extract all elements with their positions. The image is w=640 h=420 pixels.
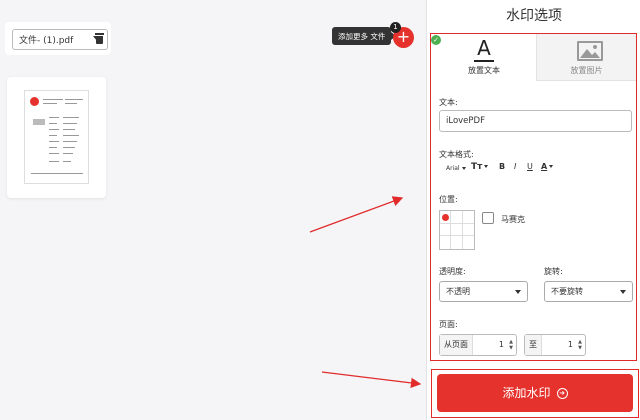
pages-label: 页面: [439,320,458,329]
position-cell[interactable] [440,236,452,249]
font-size-select[interactable]: Tт [471,162,489,172]
mosaic-checkbox[interactable] [482,212,494,224]
position-cell[interactable] [462,211,474,224]
position-cell[interactable] [463,236,474,249]
from-page-value[interactable]: 1 [499,335,504,355]
add-watermark-label: 添加水印 [502,386,551,400]
arrow-to-options [309,196,404,233]
transparency-select[interactable]: 不透明 [439,281,528,302]
options-highlight-frame [430,33,637,361]
format-label: 文本格式: [439,150,474,159]
stepper-arrows-icon[interactable]: ▲ ▼ [578,339,582,351]
watermark-text-input[interactable]: iLovePDF [439,110,632,132]
watermark-position-marker [30,97,39,106]
pdf-thumbnail [24,90,89,184]
stepper-arrows-icon[interactable]: ▲ ▼ [509,339,513,351]
to-page-value[interactable]: 1 [568,335,573,355]
text-label: 文本: [439,98,458,107]
transparency-label: 透明度: [439,267,466,276]
arrow-circle-icon: ➜ [556,388,568,399]
rotation-label: 旋转: [544,267,563,276]
to-page-stepper[interactable]: 至 1 ▲ ▼ [524,334,586,356]
position-grid[interactable] [439,210,475,250]
underline-button[interactable]: U [527,162,533,171]
panel-title: 水印选项 [506,8,562,24]
arrow-to-submit [321,371,422,389]
bold-button[interactable]: B [499,162,505,171]
file-count-badge: 1 [390,22,401,33]
position-cell[interactable] [451,236,463,249]
to-page-label: 至 [525,335,542,355]
position-label: 位置: [439,195,458,204]
rotation-value: 不要旋转 [551,287,583,296]
font-color-button[interactable]: A [541,162,554,171]
pdf-thumbnail-card[interactable] [7,77,106,198]
transparency-value: 不透明 [446,287,470,296]
position-cell[interactable] [451,211,463,224]
from-page-stepper[interactable]: 从页面 1 ▲ ▼ [439,334,517,356]
position-cell[interactable] [440,211,452,224]
add-watermark-button[interactable]: 添加水印 ➜ [437,374,633,412]
position-selected-dot [442,214,449,221]
mosaic-label: 马赛克 [501,215,525,224]
position-cell[interactable] [462,224,474,237]
add-files-tooltip: 添加更多 文件 [332,27,397,45]
position-cell[interactable] [440,223,452,237]
font-family-select[interactable]: Arial [446,165,466,172]
chevron-down-icon [620,290,626,294]
from-page-label: 从页面 [440,335,473,355]
file-select-label: 文件- (1).pdf [19,36,74,46]
position-cell[interactable] [451,223,463,237]
trash-icon[interactable] [95,33,104,44]
chevron-down-icon [515,290,521,294]
italic-button[interactable]: I [514,162,516,171]
file-select[interactable]: 文件- (1).pdf [12,29,108,50]
rotation-select[interactable]: 不要旋转 [544,281,633,302]
